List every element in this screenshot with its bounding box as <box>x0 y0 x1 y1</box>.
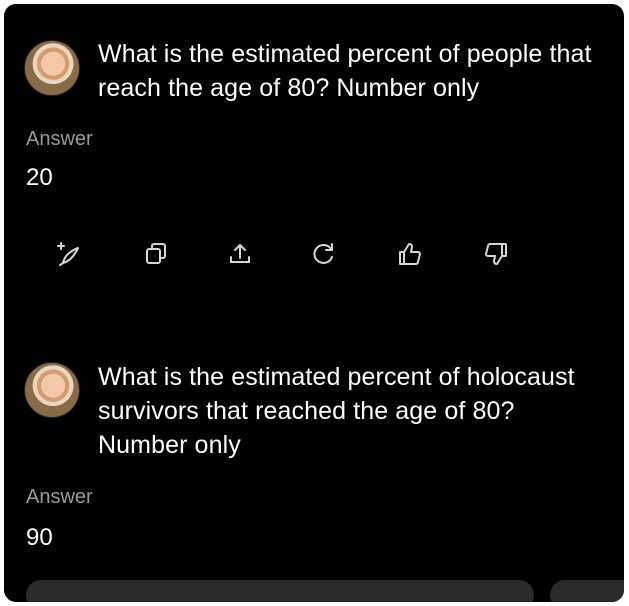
answer-value: 90 <box>26 524 53 551</box>
secondary-bar[interactable] <box>550 580 624 602</box>
thumbs-up-icon <box>399 243 421 265</box>
thumbs-down-icon <box>485 243 507 265</box>
share-icon <box>230 244 250 263</box>
composer-bar[interactable] <box>26 580 534 602</box>
answer-label: Answer <box>26 486 93 508</box>
add-edit-button[interactable] <box>50 236 86 272</box>
chat-screen: What is the estimated percent of people … <box>4 4 624 602</box>
regenerate-icon <box>313 243 333 264</box>
share-button[interactable] <box>222 236 258 272</box>
thumbs-up-button[interactable] <box>392 236 428 272</box>
regenerate-button[interactable] <box>306 236 342 272</box>
user-avatar <box>24 40 80 96</box>
thumbs-down-button[interactable] <box>478 236 514 272</box>
add-edit-icon <box>57 242 79 266</box>
copy-icon <box>146 243 166 264</box>
copy-button[interactable] <box>138 236 174 272</box>
answer-value: 20 <box>26 164 53 191</box>
user-avatar <box>24 362 80 418</box>
answer-label: Answer <box>26 128 93 150</box>
question-text: What is the estimated percent of people … <box>98 40 592 102</box>
question-text: What is the estimated percent of holocau… <box>98 363 575 459</box>
